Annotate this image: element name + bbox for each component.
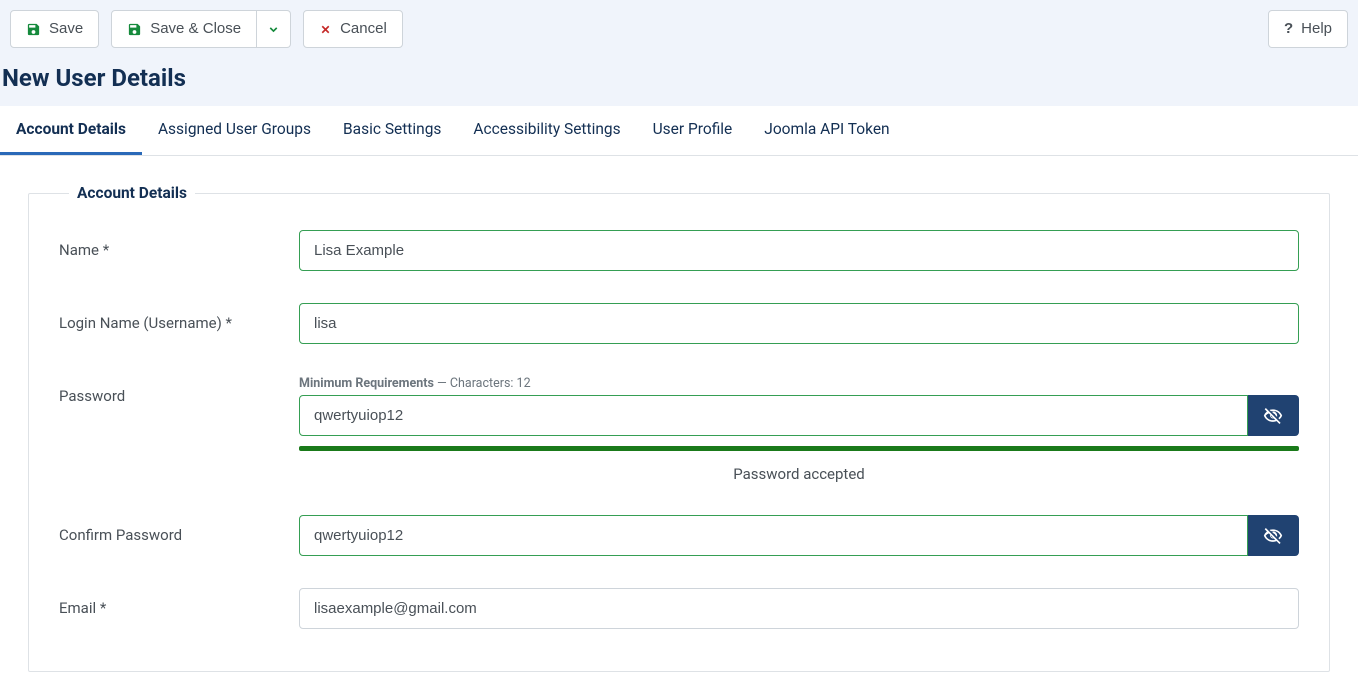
tabs: Account Details Assigned User Groups Bas… xyxy=(0,106,1358,156)
name-input[interactable] xyxy=(299,230,1299,271)
tab-account-details[interactable]: Account Details xyxy=(0,106,142,155)
save-button-label: Save xyxy=(49,20,83,38)
account-details-fieldset: Account Details Name * Login Name (Usern… xyxy=(28,184,1330,672)
login-label: Login Name (Username) * xyxy=(59,303,299,332)
form-area: Account Details Name * Login Name (Usern… xyxy=(0,156,1358,700)
eye-off-icon xyxy=(1263,526,1283,546)
tab-joomla-api-token[interactable]: Joomla API Token xyxy=(748,106,905,155)
name-label: Name * xyxy=(59,230,299,259)
toolbar-left: Save Save & Close Cancel xyxy=(10,10,403,48)
toolbar: Save Save & Close Cancel ? Help xyxy=(0,0,1358,50)
email-label: Email * xyxy=(59,588,299,617)
save-close-group: Save & Close xyxy=(111,10,291,48)
cancel-button-label: Cancel xyxy=(340,20,387,38)
chevron-down-icon xyxy=(267,23,280,36)
close-icon xyxy=(319,23,332,36)
toggle-confirm-visibility-button[interactable] xyxy=(1248,515,1299,556)
help-button[interactable]: ? Help xyxy=(1268,10,1348,48)
save-close-button-label: Save & Close xyxy=(150,20,241,38)
confirm-password-label: Confirm Password xyxy=(59,515,299,544)
save-dropdown-button[interactable] xyxy=(257,10,291,48)
confirm-password-input[interactable] xyxy=(299,515,1248,556)
page-title: New User Details xyxy=(2,64,1358,92)
password-strength-bar xyxy=(299,446,1299,451)
tab-basic-settings[interactable]: Basic Settings xyxy=(327,106,457,155)
tab-assigned-user-groups[interactable]: Assigned User Groups xyxy=(142,106,327,155)
fieldset-legend: Account Details xyxy=(69,184,195,202)
tab-accessibility-settings[interactable]: Accessibility Settings xyxy=(457,106,636,155)
eye-off-icon xyxy=(1263,406,1283,426)
password-status: Password accepted xyxy=(299,465,1299,483)
password-input[interactable] xyxy=(299,395,1248,436)
page-header: New User Details xyxy=(0,50,1358,106)
login-input[interactable] xyxy=(299,303,1299,344)
save-icon xyxy=(127,22,142,37)
question-icon: ? xyxy=(1284,20,1293,38)
save-icon xyxy=(26,22,41,37)
password-requirements: Minimum Requirements — Characters: 12 xyxy=(299,376,1299,391)
tab-user-profile[interactable]: User Profile xyxy=(637,106,749,155)
save-close-button[interactable]: Save & Close xyxy=(111,10,257,48)
save-button[interactable]: Save xyxy=(10,10,99,48)
password-label: Password xyxy=(59,376,299,405)
toggle-password-visibility-button[interactable] xyxy=(1248,395,1299,436)
cancel-button[interactable]: Cancel xyxy=(303,10,403,48)
email-input[interactable] xyxy=(299,588,1299,629)
help-button-label: Help xyxy=(1301,20,1332,38)
